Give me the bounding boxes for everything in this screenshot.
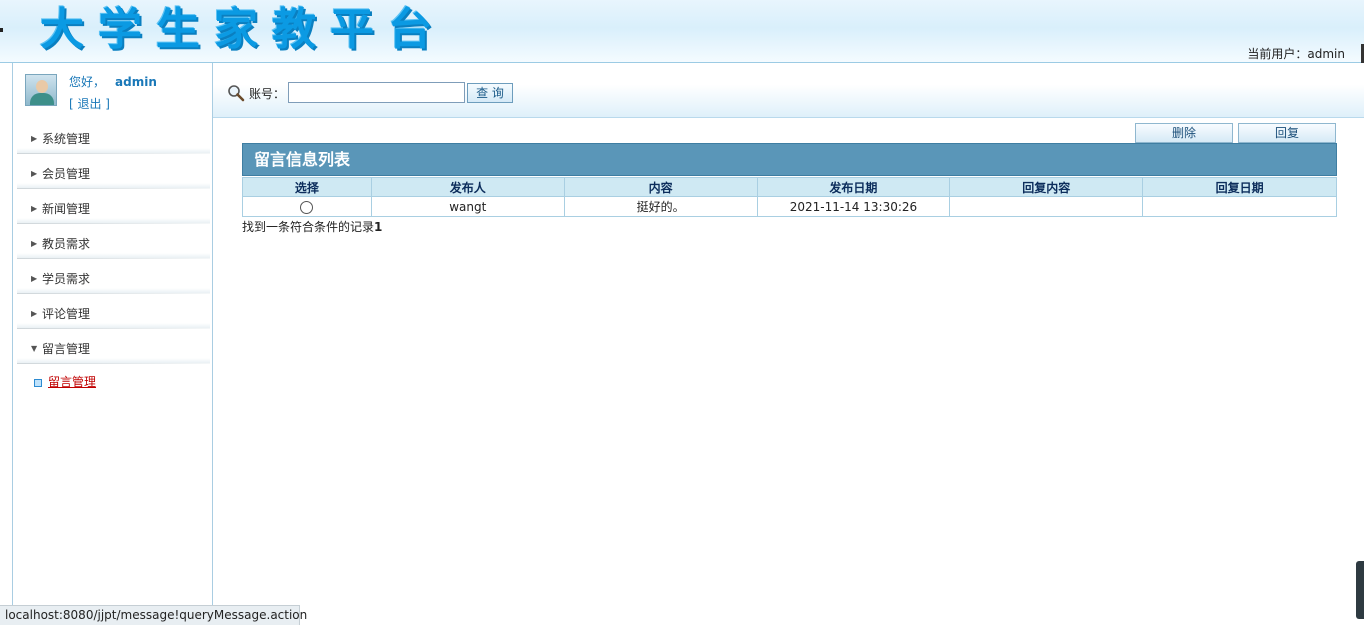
greeting-username: admin bbox=[115, 75, 157, 89]
divider bbox=[17, 188, 210, 189]
column-header-content: 内容 bbox=[563, 177, 758, 197]
list-title: 留言信息列表 bbox=[242, 143, 1337, 176]
divider bbox=[17, 293, 210, 294]
column-header-publisher: 发布人 bbox=[370, 177, 565, 197]
column-header-select: 选择 bbox=[242, 177, 372, 197]
caret-down-icon: ▼ bbox=[31, 344, 38, 353]
sidebar-item-tutor-demand[interactable]: ▶ 教员需求 bbox=[17, 229, 210, 259]
select-cell bbox=[242, 196, 372, 217]
caret-right-icon: ▶ bbox=[31, 309, 38, 318]
column-header-date: 发布日期 bbox=[756, 177, 951, 197]
submenu-item-messages[interactable]: 留言管理 bbox=[34, 373, 96, 390]
divider bbox=[17, 258, 210, 259]
divider bbox=[17, 153, 210, 154]
record-count-number: 1 bbox=[374, 220, 383, 234]
search-bar: 账号： 查 询 bbox=[213, 63, 1364, 118]
table-row: wangt 挺好的。 2021-11-14 13:30:26 bbox=[242, 196, 1337, 217]
caret-right-icon: ▶ bbox=[31, 274, 38, 283]
header-edge-mark bbox=[0, 28, 3, 32]
sidebar-item-news[interactable]: ▶ 新闻管理 bbox=[17, 194, 210, 224]
avatar-body-icon bbox=[30, 93, 54, 105]
date-cell: 2021-11-14 13:30:26 bbox=[756, 196, 951, 217]
caret-right-icon: ▶ bbox=[31, 134, 38, 143]
page-icon bbox=[34, 379, 42, 387]
reply-date-cell bbox=[1142, 196, 1337, 217]
user-box: 您好， admin [ 退出 ] bbox=[13, 63, 212, 119]
avatar-head-icon bbox=[36, 80, 48, 93]
greeting-text: 您好， bbox=[69, 75, 106, 89]
logout-link[interactable]: [ 退出 ] bbox=[69, 95, 110, 112]
sidebar-item-label: 评论管理 bbox=[42, 307, 91, 321]
caret-right-icon: ▶ bbox=[31, 169, 38, 178]
column-header-reply-content: 回复内容 bbox=[949, 177, 1144, 197]
greeting: 您好， admin bbox=[69, 73, 157, 90]
divider bbox=[17, 223, 210, 224]
sidebar-item-system[interactable]: ▶ 系统管理 bbox=[17, 124, 210, 154]
publisher-cell: wangt bbox=[370, 196, 565, 217]
scroll-handle[interactable] bbox=[1356, 561, 1364, 619]
sidebar-item-label: 会员管理 bbox=[42, 167, 91, 181]
sidebar-item-members[interactable]: ▶ 会员管理 bbox=[17, 159, 210, 189]
content-cell: 挺好的。 bbox=[563, 196, 758, 217]
caret-right-icon: ▶ bbox=[31, 239, 38, 248]
divider bbox=[17, 328, 210, 329]
sidebar-item-label: 学员需求 bbox=[42, 272, 91, 286]
reply-button[interactable]: 回复 bbox=[1238, 123, 1336, 143]
table-header-row: 选择 发布人 内容 发布日期 回复内容 回复日期 bbox=[242, 177, 1337, 197]
sidebar: 您好， admin [ 退出 ] ▶ 系统管理 ▶ 会员管理 ▶ 新闻管理 ▶ 教… bbox=[12, 63, 213, 608]
record-count: 找到一条符合条件的记录1 bbox=[242, 218, 382, 235]
account-input[interactable] bbox=[288, 82, 465, 103]
reply-content-cell bbox=[949, 196, 1144, 217]
header: 大学生家教平台 当前用户：admin bbox=[0, 0, 1364, 64]
sidebar-item-comments[interactable]: ▶ 评论管理 bbox=[17, 299, 210, 329]
row-select-radio[interactable] bbox=[300, 200, 314, 214]
submenu-item-label[interactable]: 留言管理 bbox=[48, 375, 96, 389]
current-user-label: 当前用户：admin bbox=[1247, 47, 1345, 61]
sidebar-item-student-demand[interactable]: ▶ 学员需求 bbox=[17, 264, 210, 294]
sidebar-item-label: 新闻管理 bbox=[42, 202, 91, 216]
status-bar-url: localhost:8080/jjpt/message!queryMessage… bbox=[0, 605, 307, 625]
caret-right-icon: ▶ bbox=[31, 204, 38, 213]
sidebar-item-label: 教员需求 bbox=[42, 237, 91, 251]
sidebar-item-label: 留言管理 bbox=[42, 342, 91, 356]
query-button[interactable]: 查 询 bbox=[467, 83, 513, 103]
site-title: 大学生家教平台 bbox=[40, 4, 446, 55]
divider bbox=[17, 363, 210, 364]
main-content: 账号： 查 询 删除 回复 留言信息列表 选择 发布人 内容 发布日期 回复内容… bbox=[213, 63, 1364, 625]
avatar bbox=[25, 74, 57, 106]
sidebar-item-messages[interactable]: ▼ 留言管理 bbox=[17, 334, 210, 364]
column-header-reply-date: 回复日期 bbox=[1142, 177, 1337, 197]
magnifier-icon bbox=[228, 85, 245, 102]
record-count-text: 找到一条符合条件的记录 bbox=[242, 220, 375, 234]
message-table: 选择 发布人 内容 发布日期 回复内容 回复日期 wangt 挺好的。 2021… bbox=[242, 177, 1337, 217]
account-label: 账号： bbox=[249, 87, 286, 101]
sidebar-item-label: 系统管理 bbox=[42, 132, 91, 146]
delete-button[interactable]: 删除 bbox=[1135, 123, 1233, 143]
